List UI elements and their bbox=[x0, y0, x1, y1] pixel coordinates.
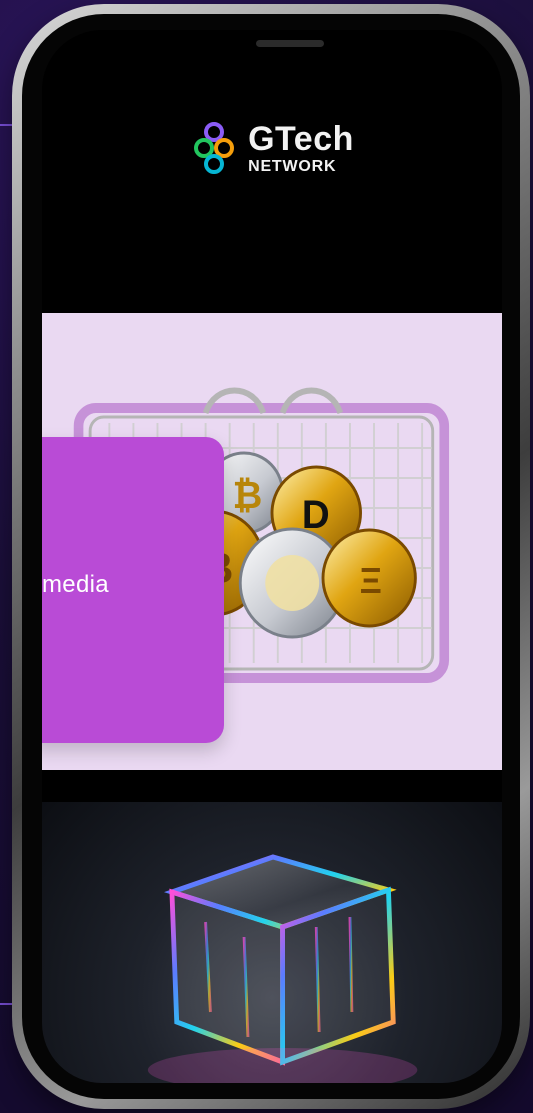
marketing-stage: GTech NETWORK ₿ D Ξ media bbox=[0, 0, 533, 1113]
svg-text:₿: ₿ bbox=[233, 473, 263, 516]
brand-text: GTech NETWORK bbox=[248, 122, 354, 175]
phone-mockup: GTech NETWORK ₿ D Ξ media bbox=[12, 4, 530, 1109]
glass-cube-illustration bbox=[147, 854, 418, 1083]
network-loop-icon bbox=[194, 122, 235, 174]
phone-bezel: GTech NETWORK ₿ D Ξ media bbox=[22, 14, 520, 1099]
phone-screen: GTech NETWORK ₿ D Ξ media bbox=[42, 30, 502, 1083]
notch-speaker bbox=[256, 40, 324, 47]
brand-header: GTech NETWORK bbox=[42, 108, 502, 188]
overlay-card: media bbox=[42, 437, 224, 743]
phone-notch bbox=[157, 30, 423, 78]
overlay-card-text: media bbox=[42, 571, 109, 598]
brand-name: GTech bbox=[248, 119, 354, 158]
glass-cube-image bbox=[42, 802, 502, 1083]
svg-text:Ξ: Ξ bbox=[360, 561, 382, 601]
brand-subtitle: NETWORK bbox=[248, 157, 337, 175]
